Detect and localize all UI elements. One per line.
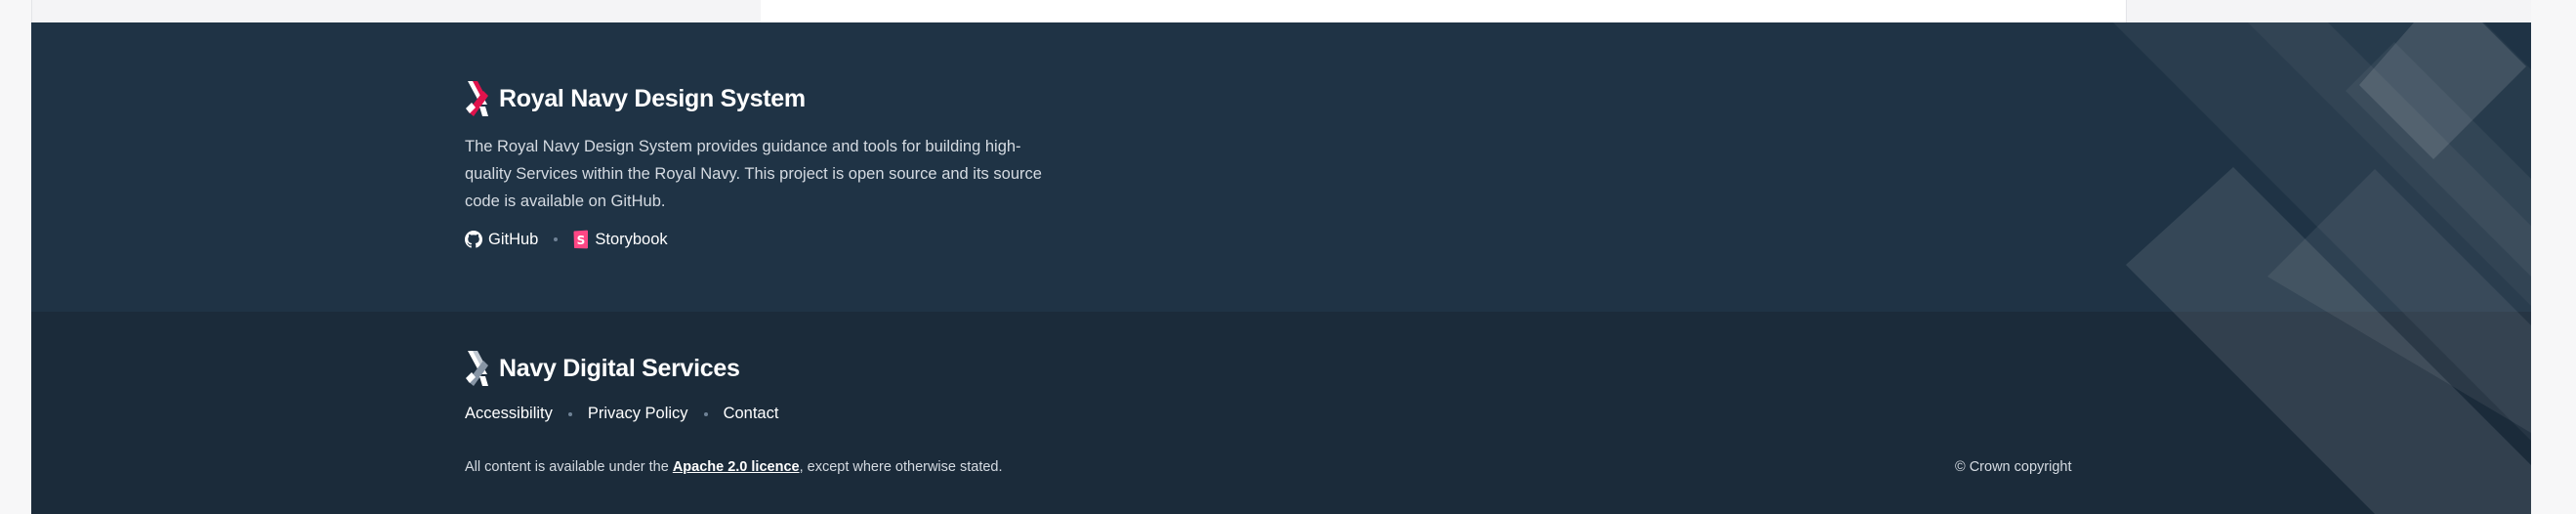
footer-policy-links: Accessibility Privacy Policy Contact: [465, 405, 778, 423]
footer-org-title: Navy Digital Services: [499, 354, 740, 382]
copyright-notice: © Crown copyright: [1955, 459, 2072, 475]
link-separator: [554, 237, 559, 241]
right-panel-edge: [2127, 0, 2531, 22]
licence-suffix: , except where otherwise stated.: [799, 459, 1003, 475]
github-icon: [465, 231, 482, 248]
storybook-link-label: Storybook: [595, 230, 668, 248]
site-footer: Royal Navy Design System The Royal Navy …: [31, 22, 2531, 514]
link-separator: [567, 411, 572, 416]
navy-digital-logo-icon: [466, 351, 488, 386]
storybook-link[interactable]: S Storybook: [573, 230, 668, 249]
accessibility-link[interactable]: Accessibility: [465, 405, 553, 423]
github-link[interactable]: GitHub: [465, 231, 538, 249]
storybook-icon: S: [573, 230, 589, 249]
royal-navy-design-system-brand[interactable]: Royal Navy Design System: [464, 79, 806, 118]
footer-brand-title: Royal Navy Design System: [499, 84, 806, 112]
navy-digital-services-brand[interactable]: Navy Digital Services: [464, 349, 740, 388]
royal-navy-logo-icon: [466, 81, 488, 116]
privacy-policy-link[interactable]: Privacy Policy: [588, 405, 688, 423]
page-content-edge: [0, 0, 2576, 22]
contact-link[interactable]: Contact: [724, 405, 779, 423]
footer-resource-links: GitHub S Storybook: [465, 230, 668, 249]
svg-text:S: S: [577, 234, 586, 247]
licence-prefix: All content is available under the: [465, 459, 673, 475]
link-separator: [703, 411, 708, 416]
licence-statement: All content is available under the Apach…: [465, 459, 1003, 475]
github-link-label: GitHub: [488, 230, 539, 248]
main-panel-edge: [761, 0, 2127, 22]
footer-description: The Royal Navy Design System provides gu…: [465, 138, 1042, 210]
footer-decoration: [2113, 22, 2531, 514]
sidebar-panel-edge: [31, 0, 762, 22]
apache-licence-link[interactable]: Apache 2.0 licence: [673, 459, 800, 475]
